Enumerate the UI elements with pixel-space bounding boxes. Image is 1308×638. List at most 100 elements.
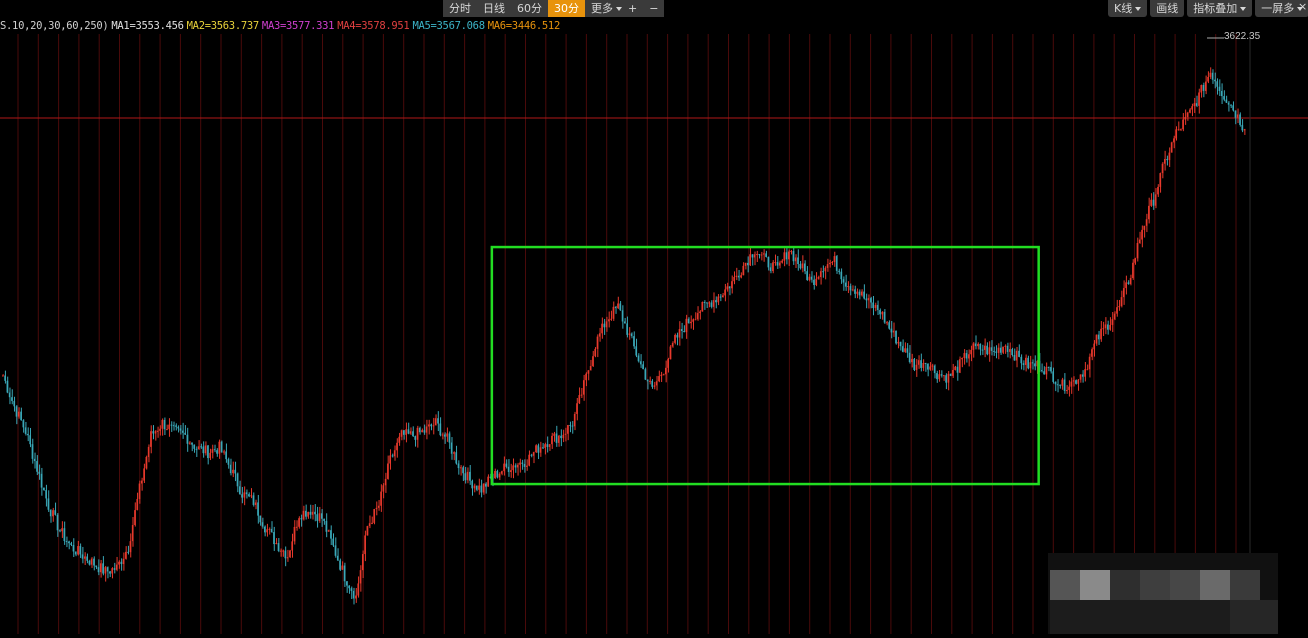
candle-body bbox=[152, 431, 155, 434]
candle-body bbox=[61, 528, 63, 532]
ma-legend-item: MA3=3577.331 bbox=[261, 20, 335, 32]
candle-body bbox=[897, 341, 900, 344]
candle-body bbox=[387, 463, 389, 479]
ma-legend-item: MA4=3578.951 bbox=[337, 20, 410, 32]
candle-body bbox=[594, 348, 597, 357]
candle-body bbox=[428, 424, 430, 427]
candle-body bbox=[1022, 363, 1025, 365]
candle-body bbox=[1095, 334, 1098, 344]
candle-body bbox=[131, 525, 134, 542]
candle-body bbox=[485, 483, 487, 487]
candle-body bbox=[1047, 366, 1050, 368]
option-button[interactable]: 指标叠加 bbox=[1187, 0, 1253, 17]
candle-body bbox=[475, 485, 478, 490]
candle-body bbox=[1054, 381, 1057, 385]
candle-body bbox=[70, 543, 73, 545]
candle-body bbox=[156, 430, 159, 432]
candle-body bbox=[409, 431, 412, 434]
candle-body bbox=[498, 473, 501, 478]
candle-body bbox=[1045, 366, 1048, 375]
candle-body bbox=[273, 532, 275, 545]
candle-body bbox=[671, 342, 674, 347]
candle-body bbox=[464, 473, 467, 481]
candle-body bbox=[555, 433, 558, 443]
candle-body bbox=[77, 546, 79, 555]
candle-body bbox=[1227, 102, 1230, 105]
candle-body bbox=[667, 359, 669, 368]
candle-body bbox=[384, 478, 387, 486]
candle-body bbox=[783, 252, 786, 261]
candle-body bbox=[769, 267, 772, 272]
candle-body bbox=[74, 551, 77, 555]
zoom-in-button[interactable]: + bbox=[622, 0, 644, 17]
candle-body bbox=[138, 483, 141, 499]
candle-body bbox=[127, 551, 129, 553]
option-button[interactable]: K线 bbox=[1108, 0, 1148, 17]
candle-body bbox=[1170, 142, 1173, 153]
candle-body bbox=[88, 560, 91, 565]
candle-body bbox=[357, 583, 360, 596]
candle-body bbox=[457, 463, 460, 469]
candle-body bbox=[213, 449, 216, 451]
candle-body bbox=[432, 425, 435, 427]
candle-body bbox=[113, 568, 116, 570]
candle-body bbox=[95, 565, 98, 568]
period-button[interactable]: 30分 bbox=[548, 0, 585, 17]
candle-body bbox=[264, 526, 266, 533]
period-button[interactable]: 日线 bbox=[477, 0, 511, 17]
candle-body bbox=[1077, 379, 1080, 384]
candle-body bbox=[414, 436, 417, 440]
candle-body bbox=[1020, 356, 1023, 364]
candle-body bbox=[1148, 205, 1150, 220]
option-button[interactable]: 画线 bbox=[1150, 0, 1185, 17]
candle-body bbox=[842, 279, 845, 283]
ma-legend-item: S.10,20,30,60,250) bbox=[0, 20, 109, 32]
candle-body bbox=[890, 328, 893, 333]
candle-body bbox=[665, 367, 667, 375]
period-button[interactable]: 60分 bbox=[511, 0, 548, 17]
candle-body bbox=[1239, 114, 1241, 125]
candle-body bbox=[1168, 152, 1171, 161]
zoom-out-button[interactable]: − bbox=[643, 0, 665, 17]
candle-body bbox=[118, 561, 120, 565]
candle-body bbox=[915, 364, 918, 370]
candle-body bbox=[999, 347, 1002, 353]
candle-body bbox=[1218, 86, 1221, 91]
candle-body bbox=[275, 543, 278, 545]
candle-body bbox=[544, 444, 546, 448]
candle-body bbox=[551, 435, 553, 445]
candle-body bbox=[311, 511, 314, 515]
candle-body bbox=[901, 346, 904, 352]
candle-body bbox=[257, 502, 259, 516]
candle-body bbox=[291, 541, 294, 551]
candle-body bbox=[234, 469, 237, 474]
candle-body bbox=[147, 446, 150, 457]
candle-body bbox=[624, 321, 626, 324]
candle-body bbox=[867, 298, 870, 301]
candle-body bbox=[719, 296, 722, 298]
candle-body bbox=[781, 260, 783, 263]
candle-body bbox=[1211, 72, 1214, 80]
candle-body bbox=[726, 286, 729, 290]
candle-body bbox=[776, 262, 779, 266]
candle-body bbox=[471, 480, 474, 489]
candle-body bbox=[945, 375, 947, 383]
candle-body bbox=[416, 427, 419, 440]
candle-body bbox=[981, 349, 984, 351]
candle-body bbox=[829, 262, 831, 265]
candle-body bbox=[621, 310, 624, 322]
candle-body bbox=[1243, 129, 1246, 131]
candle-body bbox=[355, 595, 357, 599]
candle-body bbox=[965, 353, 968, 359]
candle-body bbox=[1129, 278, 1132, 284]
candle-body bbox=[1209, 72, 1212, 77]
candle-body bbox=[519, 462, 521, 465]
candle-body bbox=[1216, 81, 1219, 87]
period-button[interactable]: 分时 bbox=[443, 0, 477, 17]
candle-body bbox=[1207, 76, 1209, 82]
candle-body bbox=[576, 403, 578, 414]
candle-body bbox=[466, 471, 469, 481]
candle-body bbox=[63, 528, 66, 542]
close-icon[interactable]: × bbox=[1298, 0, 1307, 14]
candle-body bbox=[248, 494, 250, 497]
